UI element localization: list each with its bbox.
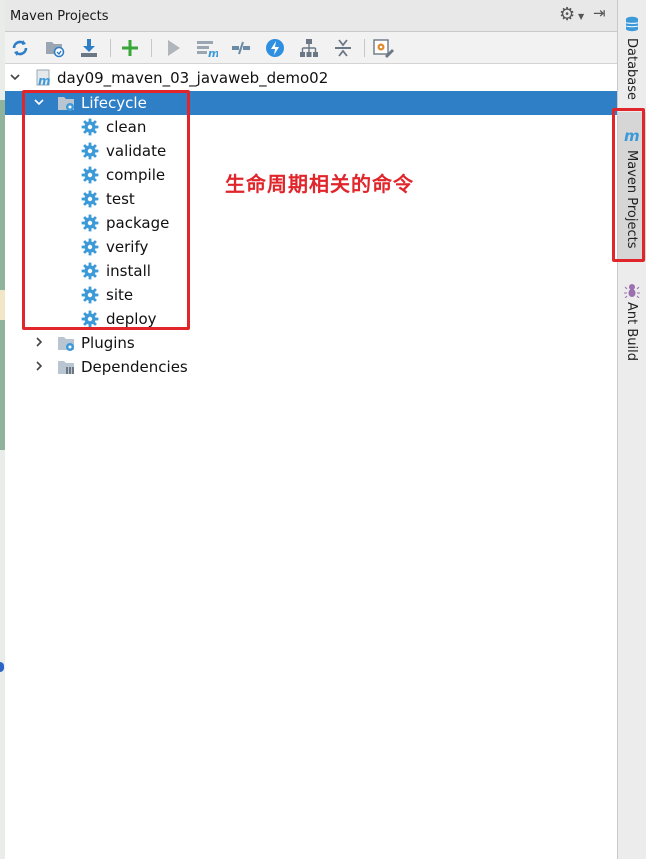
maven-toolbar: m [5, 32, 617, 64]
maven-tab-highlight-box [612, 108, 645, 262]
tab-ant-build[interactable]: Ant Build [618, 272, 646, 372]
play-icon[interactable] [162, 37, 184, 59]
gear-icon[interactable]: ⚙ [559, 6, 575, 24]
project-name: day09_maven_03_javaweb_demo02 [57, 69, 329, 87]
chevron-right-icon[interactable] [33, 336, 45, 348]
maven-goal-icon[interactable]: m [196, 37, 218, 59]
svg-text:m: m [38, 74, 51, 87]
tab-ant-build-label: Ant Build [624, 302, 639, 361]
plus-icon[interactable] [119, 37, 141, 59]
toolbar-separator [110, 39, 111, 57]
toolbar-separator [151, 39, 152, 57]
maven-project-icon: m [36, 69, 51, 87]
plugins-label: Plugins [81, 334, 135, 352]
panel-title: Maven Projects [10, 9, 109, 24]
hierarchy-icon[interactable] [298, 37, 320, 59]
hide-panel-icon[interactable]: ⇥ [593, 6, 606, 21]
download-icon[interactable] [78, 37, 100, 59]
lifecycle-highlight-box [22, 90, 190, 330]
tree-row-plugins[interactable]: Plugins [5, 331, 617, 355]
dependencies-label: Dependencies [81, 358, 188, 376]
tree-row-project[interactable]: m day09_maven_03_javaweb_demo02 [5, 66, 617, 90]
toolbar-separator [364, 39, 365, 57]
tree-row-dependencies[interactable]: Dependencies [5, 355, 617, 379]
dependencies-folder-icon [58, 361, 74, 374]
collapse-icon[interactable] [332, 37, 354, 59]
plugins-folder-icon [58, 337, 74, 351]
refresh-icon[interactable] [9, 37, 31, 59]
folder-sync-icon[interactable] [44, 37, 66, 59]
edge-marker [0, 662, 4, 672]
offline-icon[interactable] [230, 37, 252, 59]
database-icon [625, 16, 639, 32]
chevron-right-icon[interactable] [33, 360, 45, 372]
tab-database[interactable]: Database [618, 0, 646, 100]
lightning-icon[interactable] [264, 37, 286, 59]
ant-icon [624, 284, 640, 298]
settings-wrench-icon[interactable] [373, 37, 395, 59]
panel-titlebar: Maven Projects ⚙ ▼ ⇥ [5, 0, 617, 32]
chevron-down-icon[interactable]: ▼ [578, 12, 584, 21]
annotation-text: 生命周期相关的命令 [225, 172, 414, 196]
maven-projects-panel: Maven Projects ⚙ ▼ ⇥ m day09_maven_03_ja… [5, 0, 617, 859]
chevron-down-icon[interactable] [9, 71, 21, 83]
tab-database-label: Database [624, 38, 639, 101]
svg-text:m: m [208, 47, 218, 58]
